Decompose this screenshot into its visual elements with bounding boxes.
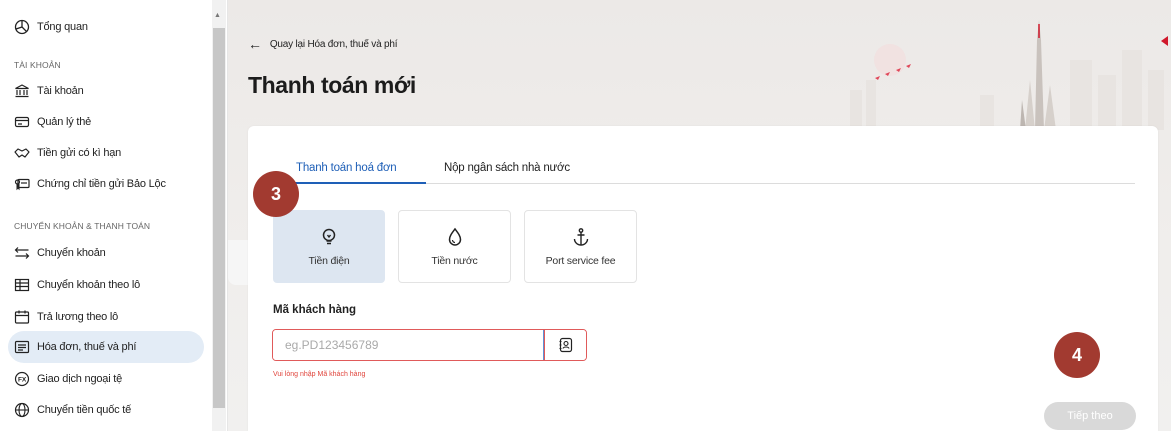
anchor-icon <box>573 227 588 246</box>
step-badge-3: 3 <box>253 171 299 217</box>
section-account-heading: TÀI KHOẢN <box>14 60 61 70</box>
customer-code-input[interactable] <box>273 330 544 360</box>
service-label: Tiền nước <box>431 254 478 267</box>
next-button[interactable]: Tiếp theo <box>1044 402 1136 430</box>
lightbulb-icon <box>322 228 336 244</box>
scroll-up-arrow-icon[interactable]: ▲ <box>214 12 221 19</box>
service-label: Tiền điện <box>308 254 350 267</box>
tab-active-indicator <box>290 182 426 184</box>
sidebar-item-transfer[interactable]: Chuyển khoản <box>14 238 106 268</box>
sidebar-item-label: Chuyển khoản <box>37 247 106 259</box>
page-title: Thanh toán mới <box>248 72 416 98</box>
sidebar-item-label: Hóa đơn, thuế và phí <box>37 341 137 353</box>
certificate-icon <box>14 176 30 192</box>
globe-icon <box>14 402 30 418</box>
service-water[interactable]: Tiền nước <box>398 210 511 283</box>
customer-code-error: Vui lòng nhập Mã khách hàng <box>273 371 366 378</box>
sidebar-item-label: Chuyển khoản theo lô <box>37 279 141 291</box>
contact-book-icon <box>559 337 572 353</box>
sidebar-item-batch-transfer[interactable]: Chuyển khoản theo lô <box>14 270 140 300</box>
sidebar-item-label: Trả lương theo lô <box>37 311 119 323</box>
contact-lookup-button[interactable] <box>544 330 586 360</box>
tab-state-budget[interactable]: Nộp ngân sách nhà nước <box>444 162 570 174</box>
water-drop-icon <box>448 227 461 246</box>
sidebar-scroll-thumb[interactable] <box>213 28 225 408</box>
card-icon <box>14 114 30 130</box>
sidebar-item-label: Chuyển tiền quốc tế <box>37 404 132 416</box>
arrow-left-icon: ← <box>248 36 262 52</box>
sidebar-item-label: Tiền gửi có kì hạn <box>37 147 122 159</box>
step-badge-4: 4 <box>1054 332 1100 378</box>
chart-pie-icon <box>14 19 30 35</box>
bank-icon <box>14 83 30 99</box>
calendar-icon <box>14 309 30 325</box>
sidebar-item-fx[interactable]: FX Giao dịch ngoại tệ <box>14 364 122 394</box>
sidebar-item-payroll[interactable]: Trả lương theo lô <box>14 302 118 332</box>
sidebar: Tổng quan TÀI KHOẢN Tài khoản Quản lý th… <box>0 0 228 431</box>
sidebar-item-label: Chứng chỉ tiền gửi Bảo Lộc <box>37 178 166 190</box>
tab-bill-payment[interactable]: Thanh toán hoá đơn <box>296 162 397 174</box>
sidebar-item-certificate[interactable]: Chứng chỉ tiền gửi Bảo Lộc <box>14 169 166 199</box>
sidebar-item-label: Giao dịch ngoại tệ <box>37 373 123 385</box>
back-link[interactable]: ← Quay lại Hóa đơn, thuế và phí <box>248 36 398 52</box>
handshake-icon <box>14 145 30 161</box>
sidebar-item-overview[interactable]: Tổng quan <box>14 12 88 42</box>
fx-icon: FX <box>14 371 30 387</box>
table-icon <box>14 277 30 293</box>
customer-code-group <box>272 329 587 361</box>
sidebar-item-international[interactable]: Chuyển tiền quốc tế <box>14 395 131 425</box>
invoice-icon <box>14 339 30 355</box>
service-electricity[interactable]: Tiền điện <box>273 210 385 283</box>
brand-marker-icon <box>1161 36 1168 46</box>
service-label: Port service fee <box>545 254 616 267</box>
transfer-icon <box>14 245 30 261</box>
sidebar-item-account[interactable]: Tài khoản <box>14 76 84 106</box>
sidebar-item-label: Tổng quan <box>37 21 88 33</box>
sidebar-item-label: Quản lý thẻ <box>37 116 92 128</box>
svg-text:FX: FX <box>18 376 27 383</box>
sidebar-item-bills[interactable]: Hóa đơn, thuế và phí <box>14 332 136 362</box>
sidebar-item-card[interactable]: Quản lý thẻ <box>14 107 91 137</box>
skyline-illustration <box>850 20 1164 130</box>
sidebar-item-term-deposit[interactable]: Tiền gửi có kì hạn <box>14 138 121 168</box>
back-link-label: Quay lại Hóa đơn, thuế và phí <box>269 38 398 50</box>
sidebar-item-label: Tài khoản <box>37 85 84 97</box>
service-port-fee[interactable]: Port service fee <box>524 210 637 283</box>
customer-code-label: Mã khách hàng <box>273 304 357 316</box>
section-transfer-heading: CHUYỂN KHOẢN & THANH TOÁN <box>14 221 151 231</box>
